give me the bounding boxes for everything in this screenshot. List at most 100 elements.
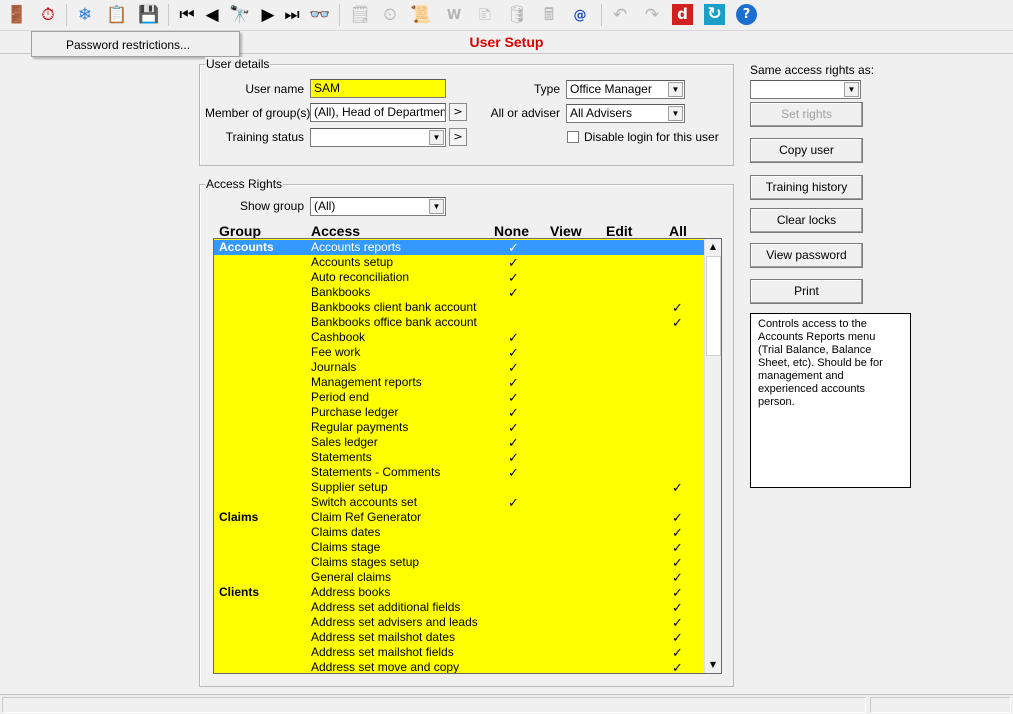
stopwatch-icon[interactable]: ⏲	[378, 3, 402, 27]
table-row[interactable]: Accounts setup ✓	[214, 255, 704, 270]
chevron-down-icon[interactable]: ▼	[429, 199, 444, 214]
word-icon[interactable]: W	[442, 3, 466, 27]
all-check-icon[interactable]: ✓	[672, 480, 683, 496]
table-row[interactable]: Fee work ✓	[214, 345, 704, 360]
none-check-icon[interactable]: ✓	[508, 405, 519, 421]
save-icon[interactable]: 💾	[137, 3, 161, 27]
previous-record-icon[interactable]: ◀	[200, 3, 224, 27]
table-row[interactable]: Cashbook ✓	[214, 330, 704, 345]
notepad-icon[interactable]: 🗒	[348, 3, 372, 27]
clear-locks-button[interactable]: Clear locks	[750, 208, 863, 233]
chevron-down-icon[interactable]: ▼	[844, 82, 859, 97]
none-check-icon[interactable]: ✓	[508, 495, 519, 511]
table-row[interactable]: Address set mailshot fields ✓	[214, 645, 704, 660]
calculator-icon[interactable]: 🖩	[537, 3, 561, 27]
all-check-icon[interactable]: ✓	[672, 300, 683, 316]
table-row[interactable]: Supplier setup ✓	[214, 480, 704, 495]
note-icon[interactable]: 🗈	[473, 3, 497, 27]
redo-icon[interactable]: ↷	[640, 3, 664, 27]
password-restrictions-label[interactable]: Password restrictions...	[66, 38, 190, 52]
chevron-down-icon[interactable]: ▼	[668, 82, 683, 97]
chevron-down-icon[interactable]: ▼	[668, 106, 683, 121]
all-check-icon[interactable]: ✓	[672, 585, 683, 601]
table-row[interactable]: Auto reconciliation ✓	[214, 270, 704, 285]
same-access-rights-select[interactable]: ▼	[750, 80, 861, 99]
table-row[interactable]: Address set additional fields ✓	[214, 600, 704, 615]
table-row[interactable]: Claims stage ✓	[214, 540, 704, 555]
adviser-select[interactable]: All Advisers ▼	[566, 104, 685, 123]
chevron-down-icon[interactable]: ▼	[429, 130, 444, 145]
first-record-icon[interactable]: ⏮	[175, 3, 199, 27]
table-row[interactable]: Bankbooks client bank account ✓	[214, 300, 704, 315]
all-check-icon[interactable]: ✓	[672, 555, 683, 571]
show-group-select[interactable]: (All) ▼	[310, 197, 446, 216]
type-select[interactable]: Office Manager ▼	[566, 80, 685, 99]
none-check-icon[interactable]: ✓	[508, 345, 519, 361]
user-name-input[interactable]: SAM	[310, 79, 446, 98]
table-row[interactable]: Sales ledger ✓	[214, 435, 704, 450]
none-check-icon[interactable]: ✓	[508, 420, 519, 436]
password-restrictions-menu[interactable]: Password restrictions...	[31, 31, 240, 57]
table-row[interactable]: Bankbooks ✓	[214, 285, 704, 300]
refresh-icon[interactable]: ↻	[704, 4, 725, 25]
undo-icon[interactable]: ↶	[608, 3, 632, 27]
access-rights-grid[interactable]: Accounts Accounts reports ✓ Accounts setup ✓…	[213, 238, 722, 674]
none-check-icon[interactable]: ✓	[508, 270, 519, 286]
table-row[interactable]: Purchase ledger ✓	[214, 405, 704, 420]
table-row[interactable]: Claims stages setup ✓	[214, 555, 704, 570]
find-binoculars-icon[interactable]: 🔭	[228, 3, 252, 27]
vertical-scrollbar[interactable]: ▲ ▼	[704, 239, 721, 673]
table-row[interactable]: Claims dates ✓	[214, 525, 704, 540]
all-check-icon[interactable]: ✓	[672, 510, 683, 526]
last-record-icon[interactable]: ⏭	[280, 3, 304, 27]
none-check-icon[interactable]: ✓	[508, 435, 519, 451]
table-row[interactable]: Accounts Accounts reports ✓	[214, 240, 704, 255]
scroll-thumb[interactable]	[706, 256, 721, 356]
disable-login-checkbox[interactable]	[567, 131, 579, 143]
table-row[interactable]: Switch accounts set ✓	[214, 495, 704, 510]
clipboard-icon[interactable]: 📋	[105, 3, 129, 27]
training-history-button[interactable]: Training history	[750, 175, 863, 200]
help-icon[interactable]: ?	[736, 4, 757, 25]
none-check-icon[interactable]: ✓	[508, 240, 519, 256]
none-check-icon[interactable]: ✓	[508, 330, 519, 346]
print-button[interactable]: Print	[750, 279, 863, 304]
none-check-icon[interactable]: ✓	[508, 360, 519, 376]
view-password-button[interactable]: View password	[750, 243, 863, 268]
clock-forward-icon[interactable]: ⏱	[36, 3, 60, 27]
table-row[interactable]: Clients Address books ✓	[214, 585, 704, 600]
member-groups-more-button[interactable]: >	[449, 103, 467, 121]
table-row[interactable]: General claims ✓	[214, 570, 704, 585]
glasses-icon[interactable]: 👓	[308, 3, 332, 27]
none-check-icon[interactable]: ✓	[508, 285, 519, 301]
d-app-icon[interactable]: d	[672, 4, 693, 25]
copy-user-button[interactable]: Copy user	[750, 138, 863, 163]
table-row[interactable]: Statements - Comments ✓	[214, 465, 704, 480]
table-row[interactable]: Address set mailshot dates ✓	[214, 630, 704, 645]
table-row[interactable]: Journals ✓	[214, 360, 704, 375]
all-check-icon[interactable]: ✓	[672, 600, 683, 616]
table-row[interactable]: Address set advisers and leads ✓	[214, 615, 704, 630]
email-icon[interactable]: @	[568, 3, 592, 27]
snowflake-icon[interactable]: ❄	[73, 3, 97, 27]
none-check-icon[interactable]: ✓	[508, 375, 519, 391]
all-check-icon[interactable]: ✓	[672, 615, 683, 631]
all-check-icon[interactable]: ✓	[672, 540, 683, 556]
all-check-icon[interactable]: ✓	[672, 660, 683, 673]
table-row[interactable]: Address set move and copy ✓	[214, 660, 704, 673]
scroll-down-icon[interactable]: ▼	[705, 657, 721, 673]
table-row[interactable]: Management reports ✓	[214, 375, 704, 390]
table-row[interactable]: Regular payments ✓	[214, 420, 704, 435]
member-of-groups-field[interactable]: (All), Head of Department, S	[310, 103, 446, 122]
all-check-icon[interactable]: ✓	[672, 525, 683, 541]
none-check-icon[interactable]: ✓	[508, 255, 519, 271]
table-row[interactable]: Bankbooks office bank account ✓	[214, 315, 704, 330]
none-check-icon[interactable]: ✓	[508, 465, 519, 481]
training-status-more-button[interactable]: >	[449, 128, 467, 146]
exit-door-icon[interactable]: 🚪	[5, 3, 29, 27]
all-check-icon[interactable]: ✓	[672, 630, 683, 646]
set-rights-button[interactable]: Set rights	[750, 102, 863, 127]
database-icon[interactable]: 🛢	[505, 3, 529, 27]
table-row[interactable]: Claims Claim Ref Generator ✓	[214, 510, 704, 525]
table-row[interactable]: Statements ✓	[214, 450, 704, 465]
